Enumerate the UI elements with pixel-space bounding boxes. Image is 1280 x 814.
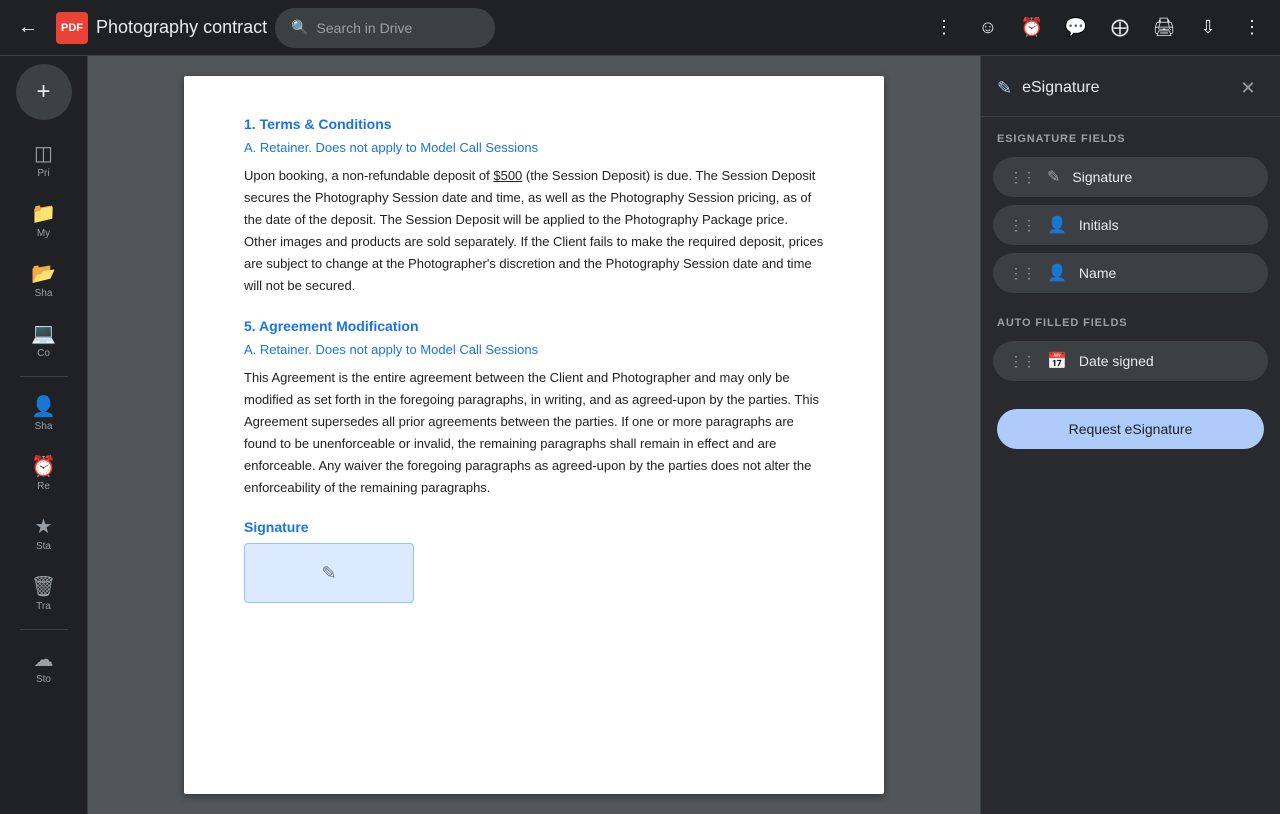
sidebar-item-storage[interactable]: ☁ Sto xyxy=(8,638,80,694)
more-button[interactable]: ⋮ xyxy=(1232,8,1272,48)
sidebar-item-share[interactable]: 👤 Sha xyxy=(8,385,80,441)
section2-subtitle: A. Retainer. Does not apply to Model Cal… xyxy=(244,342,824,357)
tune-button[interactable]: ⋮ xyxy=(924,8,964,48)
signature-label: Signature xyxy=(244,519,824,535)
esignature-panel: ✎ eSignature ✕ ESIGNATURE FIELDS ⋮⋮ ✎ Si… xyxy=(980,56,1280,814)
section1-subtitle: A. Retainer. Does not apply to Model Cal… xyxy=(244,140,824,155)
trash-icon: 🗑 xyxy=(31,574,56,599)
back-button[interactable]: ← xyxy=(8,8,48,48)
request-esignature-button[interactable]: Request eSignature xyxy=(997,409,1264,449)
topbar-right: ⋮ ☺ ⏰ 💬 ⨁ 🖨 ⇩ ⋮ xyxy=(924,8,1272,48)
print-button[interactable]: 🖨 xyxy=(1144,8,1184,48)
esig-header-left: ✎ eSignature xyxy=(997,78,1099,99)
download-button[interactable]: ⇩ xyxy=(1188,8,1228,48)
section1-paragraph: Upon booking, a non-refundable deposit o… xyxy=(244,165,824,298)
drag-icon-name: ⋮⋮ xyxy=(1009,265,1035,282)
clock-button[interactable]: ⏰ xyxy=(1012,8,1052,48)
pen-icon: ✎ xyxy=(321,563,336,584)
sidebar-divider-2 xyxy=(20,629,68,630)
drag-icon-date: ⋮⋮ xyxy=(1009,353,1035,370)
sidebar-item-sha[interactable]: 📂 Sha xyxy=(8,252,80,308)
esig-header: ✎ eSignature ✕ xyxy=(981,56,1280,117)
sidebar-item-new[interactable]: + xyxy=(16,64,72,120)
emoji-button[interactable]: ☺ xyxy=(968,8,1008,48)
esig-field-signature[interactable]: ⋮⋮ ✎ Signature xyxy=(993,157,1268,197)
document-area[interactable]: 1. Terms & Conditions A. Retainer. Does … xyxy=(88,56,980,814)
auto-filled-section: AUTO FILLED FIELDS ⋮⋮ 📅 Date signed xyxy=(981,301,1280,385)
person-field-icon-initials: 👤 xyxy=(1047,215,1067,235)
section2-title: 5. Agreement Modification xyxy=(244,318,824,334)
auto-fields-label: AUTO FILLED FIELDS xyxy=(981,301,1280,337)
main-content: + ◫ Pri 📁 My 📂 Sha 💻 Co 👤 Sha ⏰ Re ★ xyxy=(0,56,1280,814)
drag-icon-signature: ⋮⋮ xyxy=(1009,169,1035,186)
person-field-icon-name: 👤 xyxy=(1047,263,1067,283)
sidebar-item-pri[interactable]: ◫ Pri xyxy=(8,132,80,188)
pen-field-icon: ✎ xyxy=(1047,167,1060,187)
cloud-icon: ☁ xyxy=(34,647,54,672)
recent-icon: ⏰ xyxy=(31,454,56,479)
signature-section: Signature ✎ xyxy=(244,519,824,603)
left-sidebar: + ◫ Pri 📁 My 📂 Sha 💻 Co 👤 Sha ⏰ Re ★ xyxy=(0,56,88,814)
section2-paragraph: This Agreement is the entire agreement b… xyxy=(244,367,824,500)
sidebar-item-recent[interactable]: ⏰ Re xyxy=(8,445,80,501)
esig-field-initials[interactable]: ⋮⋮ 👤 Initials xyxy=(993,205,1268,245)
esig-fields-label: ESIGNATURE FIELDS xyxy=(981,117,1280,153)
sidebar-item-co[interactable]: 💻 Co xyxy=(8,312,80,368)
esig-field-date-signed[interactable]: ⋮⋮ 📅 Date signed xyxy=(993,341,1268,381)
people-icon: 👤 xyxy=(31,394,56,419)
comment-button[interactable]: 💬 xyxy=(1056,8,1096,48)
folder-icon: 📁 xyxy=(31,201,56,226)
esig-field-name[interactable]: ⋮⋮ 👤 Name xyxy=(993,253,1268,293)
document-title: Photography contract xyxy=(96,17,267,38)
grid-icon: ◫ xyxy=(34,141,53,166)
pdf-icon: PDF xyxy=(56,12,88,44)
plus-icon: + xyxy=(36,78,50,106)
search-bar[interactable]: 🔍 Search in Drive xyxy=(275,8,495,48)
star-icon: ★ xyxy=(35,514,53,539)
shared-folder-icon: 📂 xyxy=(31,261,56,286)
sidebar-item-trash[interactable]: 🗑 Tra xyxy=(8,565,80,621)
signature-box[interactable]: ✎ xyxy=(244,543,414,603)
sidebar-divider xyxy=(20,376,68,377)
topbar-left: ← PDF Photography contract 🔍 Search in D… xyxy=(8,8,916,48)
name-field-label: Name xyxy=(1079,265,1116,281)
calendar-icon: 📅 xyxy=(1047,351,1067,371)
sidebar-item-my[interactable]: 📁 My xyxy=(8,192,80,248)
esig-close-button[interactable]: ✕ xyxy=(1232,72,1264,104)
document-page: 1. Terms & Conditions A. Retainer. Does … xyxy=(184,76,884,794)
drag-icon-initials: ⋮⋮ xyxy=(1009,217,1035,234)
esig-title: eSignature xyxy=(1022,79,1099,97)
signature-field-label: Signature xyxy=(1072,169,1132,185)
sidebar-item-starred[interactable]: ★ Sta xyxy=(8,505,80,561)
esig-pen-icon: ✎ xyxy=(997,78,1012,99)
computer-icon: 💻 xyxy=(31,321,56,346)
initials-field-label: Initials xyxy=(1079,217,1119,233)
date-signed-label: Date signed xyxy=(1079,353,1154,369)
section1-title: 1. Terms & Conditions xyxy=(244,116,824,132)
search-icon: 🔍 xyxy=(291,19,308,36)
topbar: ← PDF Photography contract 🔍 Search in D… xyxy=(0,0,1280,56)
add-page-button[interactable]: ⨁ xyxy=(1100,8,1140,48)
